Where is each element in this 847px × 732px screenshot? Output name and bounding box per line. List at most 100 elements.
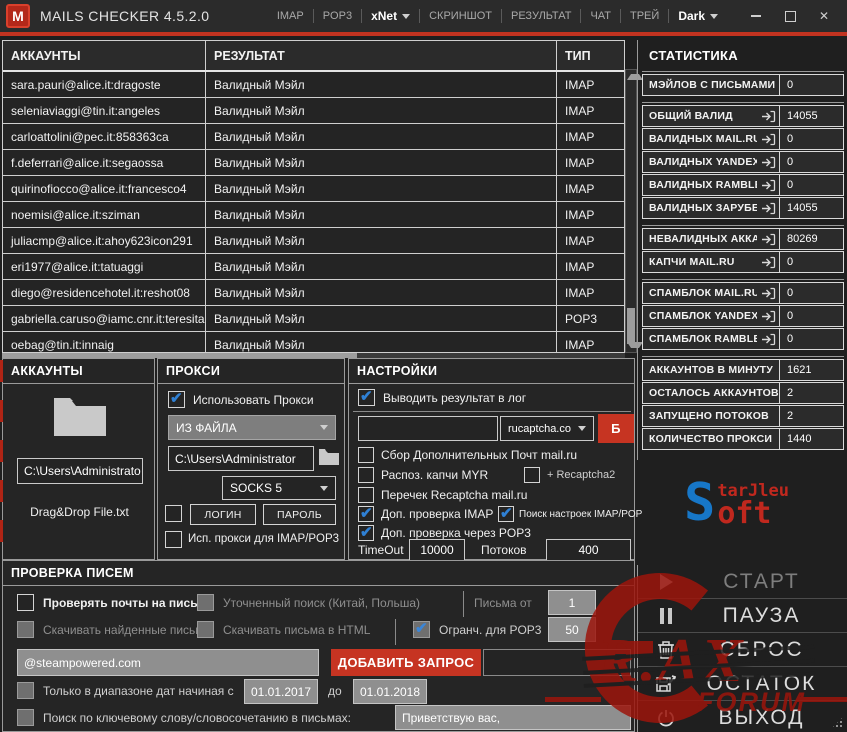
menu-tray[interactable]: ТРЕЙ: [621, 10, 668, 22]
pause-icon: [638, 607, 694, 625]
recaptcha2-checkbox[interactable]: [524, 467, 540, 483]
log-output-checkbox[interactable]: [358, 387, 375, 406]
table-vertical-scrollbar[interactable]: [625, 69, 643, 353]
table-row[interactable]: eri1977@alice.it:tatuaggi Валидный Мэйл …: [3, 254, 624, 280]
column-header-type[interactable]: ТИП: [557, 41, 624, 70]
export-icon[interactable]: [757, 106, 779, 126]
letters-from-input[interactable]: 1: [548, 590, 596, 615]
timeout-input[interactable]: 10000: [409, 539, 465, 561]
menu-pop3[interactable]: POP3: [314, 10, 361, 22]
imap-settings-checkbox[interactable]: [498, 504, 514, 522]
cell-result: Валидный Мэйл: [206, 280, 557, 305]
perechek-checkbox[interactable]: [358, 487, 374, 503]
start-button[interactable]: СТАРТ: [638, 565, 847, 599]
export-icon[interactable]: [757, 283, 779, 303]
cell-result: Валидный Мэйл: [206, 72, 557, 97]
table-row[interactable]: carloattolini@pec.it:858363ca Валидный М…: [3, 124, 624, 150]
reset-button[interactable]: СБРОС: [638, 633, 847, 667]
menu-theme-dropdown[interactable]: Dark: [669, 9, 727, 23]
cell-type: IMAP: [565, 285, 595, 300]
add-query-button[interactable]: ДОБАВИТЬ ЗАПРОС: [331, 649, 481, 676]
query-input[interactable]: @steampowered.com: [17, 649, 319, 676]
column-header-result[interactable]: РЕЗУЛЬТАТ: [206, 41, 557, 70]
cell-account: juliacmp@alice.it:ahoy623icon291: [3, 228, 206, 253]
table-row[interactable]: sara.pauri@alice.it:dragoste Валидный Мэ…: [3, 72, 624, 98]
accounts-file-path-button[interactable]: C:\Users\Administrato: [17, 458, 143, 484]
chevron-down-icon: [710, 13, 718, 19]
menu-chat[interactable]: ЧАТ: [581, 10, 620, 22]
scrollbar-thumb[interactable]: [627, 308, 635, 344]
proxy-panel-title: ПРОКСИ: [158, 359, 344, 384]
proxy-for-imap-checkbox[interactable]: [165, 531, 182, 548]
export-icon[interactable]: [757, 252, 779, 272]
export-icon[interactable]: [757, 129, 779, 149]
export-icon[interactable]: [757, 175, 779, 195]
export-icon[interactable]: [757, 198, 779, 218]
proxy-for-imap-label: Исп. прокси для IMAP/POP3: [188, 533, 340, 545]
column-header-accounts[interactable]: АККАУНТЫ: [3, 41, 206, 70]
cell-result: Валидный Мэйл: [206, 254, 557, 279]
threads-input[interactable]: 400: [546, 539, 631, 561]
balance-button[interactable]: Б: [598, 414, 634, 443]
export-icon[interactable]: [757, 329, 779, 349]
proxy-login-button[interactable]: ЛОГИН: [190, 504, 256, 525]
export-icon[interactable]: [757, 229, 779, 249]
minimize-button[interactable]: [741, 4, 771, 28]
folder-icon[interactable]: [318, 447, 340, 472]
table-row[interactable]: juliacmp@alice.it:ahoy623icon291 Валидны…: [3, 228, 624, 254]
pop3-check-checkbox[interactable]: [358, 523, 374, 541]
stat-value: 1440: [779, 429, 843, 449]
threads-label: Потоков: [481, 543, 527, 557]
menu-screenshot[interactable]: СКРИНШОТ: [420, 10, 501, 22]
table-row[interactable]: quirinofiocco@alice.it:francesco4 Валидн…: [3, 176, 624, 202]
download-found-checkbox[interactable]: [17, 621, 34, 638]
proxy-auth-checkbox[interactable]: [165, 505, 182, 522]
pause-button[interactable]: ПАУЗА: [638, 599, 847, 633]
check-letters-checkbox[interactable]: [17, 594, 34, 611]
date-to-input[interactable]: 01.01.2018: [353, 679, 427, 704]
proxy-password-button[interactable]: ПАРОЛЬ: [263, 504, 336, 525]
use-proxy-checkbox[interactable]: [168, 389, 185, 408]
stat-label: КОЛИЧЕСТВО ПРОКСИ: [649, 433, 773, 445]
download-html-checkbox[interactable]: [197, 621, 214, 638]
cell-account: noemisi@alice.it:sziman: [3, 202, 206, 227]
menu-imap[interactable]: IMAP: [268, 10, 313, 22]
table-row[interactable]: seleniaviaggi@tin.it:angeles Валидный Мэ…: [3, 98, 624, 124]
maximize-button[interactable]: [775, 4, 805, 28]
start-label: СТАРТ: [723, 569, 800, 593]
recognize-captcha-checkbox[interactable]: [358, 467, 374, 483]
table-row[interactable]: oebag@tin.it:innaig Валидный Мэйл IMAP: [3, 332, 624, 352]
folder-icon[interactable]: [51, 393, 109, 444]
left-red-marks: [0, 360, 3, 558]
cell-result: Валидный Мэйл: [206, 332, 557, 352]
table-row[interactable]: f.deferrari@alice.it:segaossa Валидный М…: [3, 150, 624, 176]
collect-mails-checkbox[interactable]: [358, 447, 374, 463]
export-icon[interactable]: [757, 152, 779, 172]
refined-search-checkbox[interactable]: [197, 594, 214, 611]
stat-label: МЭЙЛОВ С ПИСЬМАМИ: [649, 79, 776, 91]
export-icon[interactable]: [757, 306, 779, 326]
table-row[interactable]: gabriella.caruso@iamc.cnr.it:teresita Ва…: [3, 306, 624, 332]
pop3-limit-input[interactable]: 50: [548, 617, 596, 642]
pop3-limit-checkbox[interactable]: [413, 619, 430, 638]
date-from-input[interactable]: 01.01.2017: [244, 679, 318, 704]
table-header-row: АККАУНТЫ РЕЗУЛЬТАТ ТИП: [3, 41, 624, 72]
proxy-type-select[interactable]: SOCKS 5: [222, 476, 336, 500]
table-row[interactable]: noemisi@alice.it:sziman Валидный Мэйл IM…: [3, 202, 624, 228]
imap-check-checkbox[interactable]: [358, 504, 374, 522]
query-extra-box[interactable]: [483, 649, 631, 676]
exit-button[interactable]: ВЫХОД: [638, 701, 847, 732]
menu-xnet-dropdown[interactable]: xNet: [362, 9, 419, 23]
close-button[interactable]: ✕: [809, 4, 839, 28]
keyword-input[interactable]: Приветствую вас,: [395, 705, 631, 730]
table-row[interactable]: diego@residencehotel.it:reshot08 Валидны…: [3, 280, 624, 306]
proxy-file-input[interactable]: C:\Users\Administrator: [168, 446, 314, 471]
cell-account: oebag@tin.it:innaig: [3, 332, 206, 352]
keyword-checkbox[interactable]: [17, 709, 34, 726]
proxy-source-select[interactable]: ИЗ ФАЙЛА: [168, 415, 336, 440]
captcha-key-input[interactable]: [358, 416, 498, 441]
remainder-button[interactable]: ОСТАТОК: [638, 667, 847, 701]
captcha-service-select[interactable]: rucaptcha.co: [500, 416, 594, 441]
menu-result[interactable]: РЕЗУЛЬТАТ: [502, 10, 580, 22]
date-range-checkbox[interactable]: [17, 682, 34, 699]
